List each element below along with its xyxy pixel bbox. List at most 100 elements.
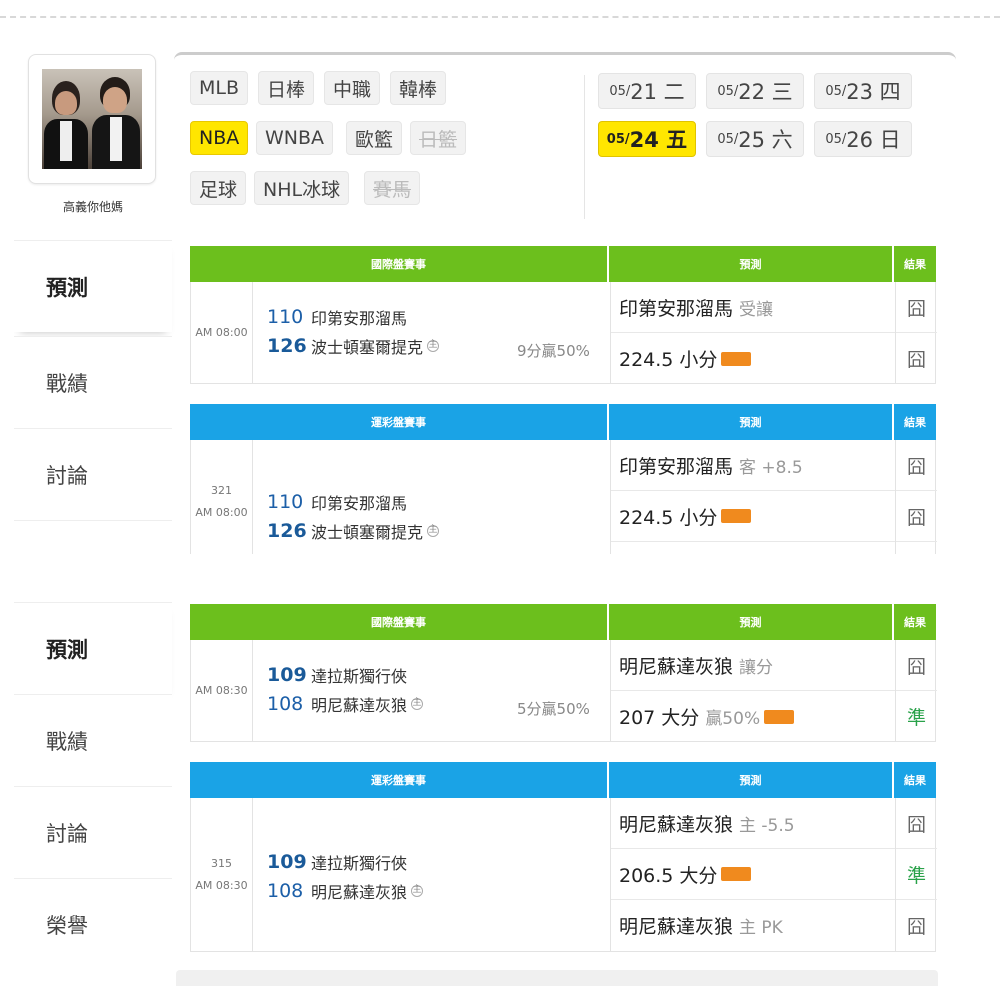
margin-text: 9分贏50%: [517, 342, 590, 360]
username[interactable]: 高義你他媽: [14, 198, 172, 215]
sidebar-item-record[interactable]: 戰績: [14, 694, 172, 786]
header-prediction: 預測: [609, 604, 894, 640]
league-chip-euro[interactable]: 歐籃: [346, 121, 403, 155]
prediction-pick: 印第安那溜馬: [619, 297, 734, 320]
matchup: 110 印第安那溜馬 126 波士頓塞爾提克主: [267, 487, 440, 545]
league-chip-mlb[interactable]: MLB: [190, 71, 249, 105]
header-result: 結果: [904, 616, 926, 629]
league-chip-kbo[interactable]: 韓棒: [390, 71, 447, 105]
home-team[interactable]: 明尼蘇達灰狼: [311, 692, 407, 716]
prediction-column: 明尼蘇達灰狼 讓分 207 大分 贏50%: [610, 640, 895, 741]
avatar[interactable]: [42, 69, 142, 169]
prediction-row: 印第安那溜馬客 +8.5: [611, 440, 895, 491]
prediction-pick: 明尼蘇達灰狼: [619, 916, 734, 938]
sidebar-item-record[interactable]: 戰績: [14, 336, 172, 428]
date-0523[interactable]: 05/23 四: [814, 73, 912, 109]
header-prediction: 預測: [609, 404, 894, 440]
sidebar-item-discuss[interactable]: 討論: [14, 786, 172, 878]
game-number: 315: [211, 856, 232, 870]
result-cell: 囧: [896, 440, 937, 491]
league-chip-nba[interactable]: NBA: [190, 121, 249, 155]
result-cell: 準: [906, 707, 926, 729]
away-score: 109: [267, 663, 307, 686]
game-time: AM 08:30: [195, 683, 248, 697]
header-game: 運彩盤賽事: [190, 404, 609, 440]
home-score: 126: [267, 519, 307, 542]
date-0526[interactable]: 05/26 日: [814, 121, 912, 157]
game-time-cell: 315 AM 08:30: [191, 798, 253, 951]
home-score: 126: [267, 334, 307, 357]
result-cell: 囧: [896, 282, 937, 333]
home-mark: 主: [427, 524, 440, 537]
result-cell: 囧: [896, 640, 937, 691]
avatar-card[interactable]: [28, 54, 156, 184]
game-time: AM 08:30: [195, 878, 248, 892]
away-team[interactable]: 印第安那溜馬: [311, 305, 407, 329]
sidebar-item-honor[interactable]: 榮譽: [14, 878, 172, 970]
table-header: 運彩盤賽事 預測 結果: [190, 404, 936, 440]
table-row: 315 AM 08:30 109 達拉斯獨行俠 108 明尼蘇達灰狼主 明尼蘇達灰狼…: [190, 798, 937, 952]
home-team[interactable]: 波士頓塞爾提克: [311, 519, 423, 543]
game-time: AM 08:00: [195, 505, 248, 519]
bottom-panel: 預測 戰績 討論 榮譽 國際盤賽事 預測 結果 AM 08:30 109 達拉斯獨…: [14, 566, 986, 986]
prediction-type: 讓分: [739, 657, 774, 678]
result-cell: 囧: [896, 491, 937, 542]
home-team[interactable]: 明尼蘇達灰狼: [311, 879, 407, 903]
game-table: 國際盤賽事 預測 結果 AM 08:30 109 達拉斯獨行俠 108 明尼蘇達灰狼…: [190, 604, 937, 744]
league-chip-cpbl[interactable]: 中職: [324, 71, 381, 105]
sidebar: 高義你他媽 預測 戰績 討論: [14, 18, 172, 554]
filter-card: MLB 日棒 中職 韓棒 NBA WNBA 歐籃 日籃 足球 NHL冰球 賽馬 …: [174, 52, 956, 236]
header-result: 結果: [904, 774, 926, 787]
date-0522[interactable]: 05/22 三: [706, 73, 804, 109]
prediction-row: 明尼蘇達灰狼主 PK: [611, 900, 895, 951]
prediction-column: 印第安那溜馬 受讓 224.5 小分: [610, 282, 895, 383]
date-0521[interactable]: 05/21 二: [598, 73, 696, 109]
game-time-cell: AM 08:30: [191, 640, 253, 741]
sidebar-item-more[interactable]: [14, 520, 172, 554]
date-0525[interactable]: 05/25 六: [706, 121, 804, 157]
prediction-line: 主 PK: [739, 918, 783, 938]
sidebar-item-discuss[interactable]: 討論: [14, 428, 172, 520]
home-score: 108: [267, 879, 304, 902]
table-header: 國際盤賽事 預測 結果: [190, 246, 936, 282]
sidebar-item-predict[interactable]: 預測: [14, 240, 172, 332]
sidebar-item-predict[interactable]: 預測: [14, 602, 172, 694]
away-score: 110: [267, 305, 304, 328]
home-mark: 主: [411, 697, 424, 710]
main-pick-badge: [721, 867, 752, 881]
home-mark: 主: [411, 884, 424, 897]
league-chip-wnba[interactable]: WNBA: [256, 121, 334, 155]
away-team[interactable]: 印第安那溜馬: [311, 490, 407, 514]
game-time-cell: AM 08:00: [191, 282, 253, 383]
date-0524[interactable]: 05/24 五: [598, 121, 696, 157]
header-prediction: 預測: [609, 246, 894, 282]
home-score: 108: [267, 692, 304, 715]
game-table: 運彩盤賽事 預測 結果 321 AM 08:00 110 印第安那溜馬 126 波士…: [190, 404, 937, 554]
sidebar: 預測 戰績 討論 榮譽: [14, 566, 172, 986]
table-header: 國際盤賽事 預測 結果: [190, 604, 936, 640]
prediction-column: 印第安那溜馬客 +8.5 224.5 小分: [610, 440, 895, 554]
result-column: 囧 準: [895, 640, 937, 741]
away-team[interactable]: 達拉斯獨行俠: [311, 663, 407, 687]
result-cell: 囧: [906, 349, 926, 371]
league-chip-jpb[interactable]: 日棒: [258, 71, 315, 105]
result-cell: 準: [896, 849, 937, 900]
header-game: 國際盤賽事: [190, 246, 609, 282]
main-pick-badge: [721, 509, 752, 523]
prediction-line: 客 +8.5: [739, 457, 803, 478]
league-chip-soccer[interactable]: 足球: [190, 171, 247, 205]
main-content: MLB 日棒 中職 韓棒 NBA WNBA 歐籃 日籃 足球 NHL冰球 賽馬 …: [174, 18, 966, 554]
away-score: 110: [267, 490, 304, 513]
screenshot-seam: [0, 554, 1000, 566]
prediction-outcome: 贏50%: [705, 709, 761, 729]
main-content: 國際盤賽事 預測 結果 AM 08:30 109 達拉斯獨行俠 108 明尼蘇達灰狼…: [174, 566, 966, 986]
league-chip-nhl[interactable]: NHL冰球: [254, 171, 350, 205]
prediction-column: 明尼蘇達灰狼主 -5.5 206.5 大分 明尼蘇達灰狼主 PK: [610, 798, 895, 951]
away-team[interactable]: 達拉斯獨行俠: [311, 850, 407, 874]
result-column: 囧 準 囧: [895, 798, 937, 951]
prediction-row: 206.5 大分: [611, 849, 895, 900]
matchup: 109 達拉斯獨行俠 108 明尼蘇達灰狼主: [267, 847, 424, 905]
prediction-pick: 224.5 小分: [619, 506, 718, 529]
prediction-row: 明尼蘇達灰狼主 -5.5: [611, 798, 895, 849]
home-team[interactable]: 波士頓塞爾提克: [311, 334, 423, 358]
